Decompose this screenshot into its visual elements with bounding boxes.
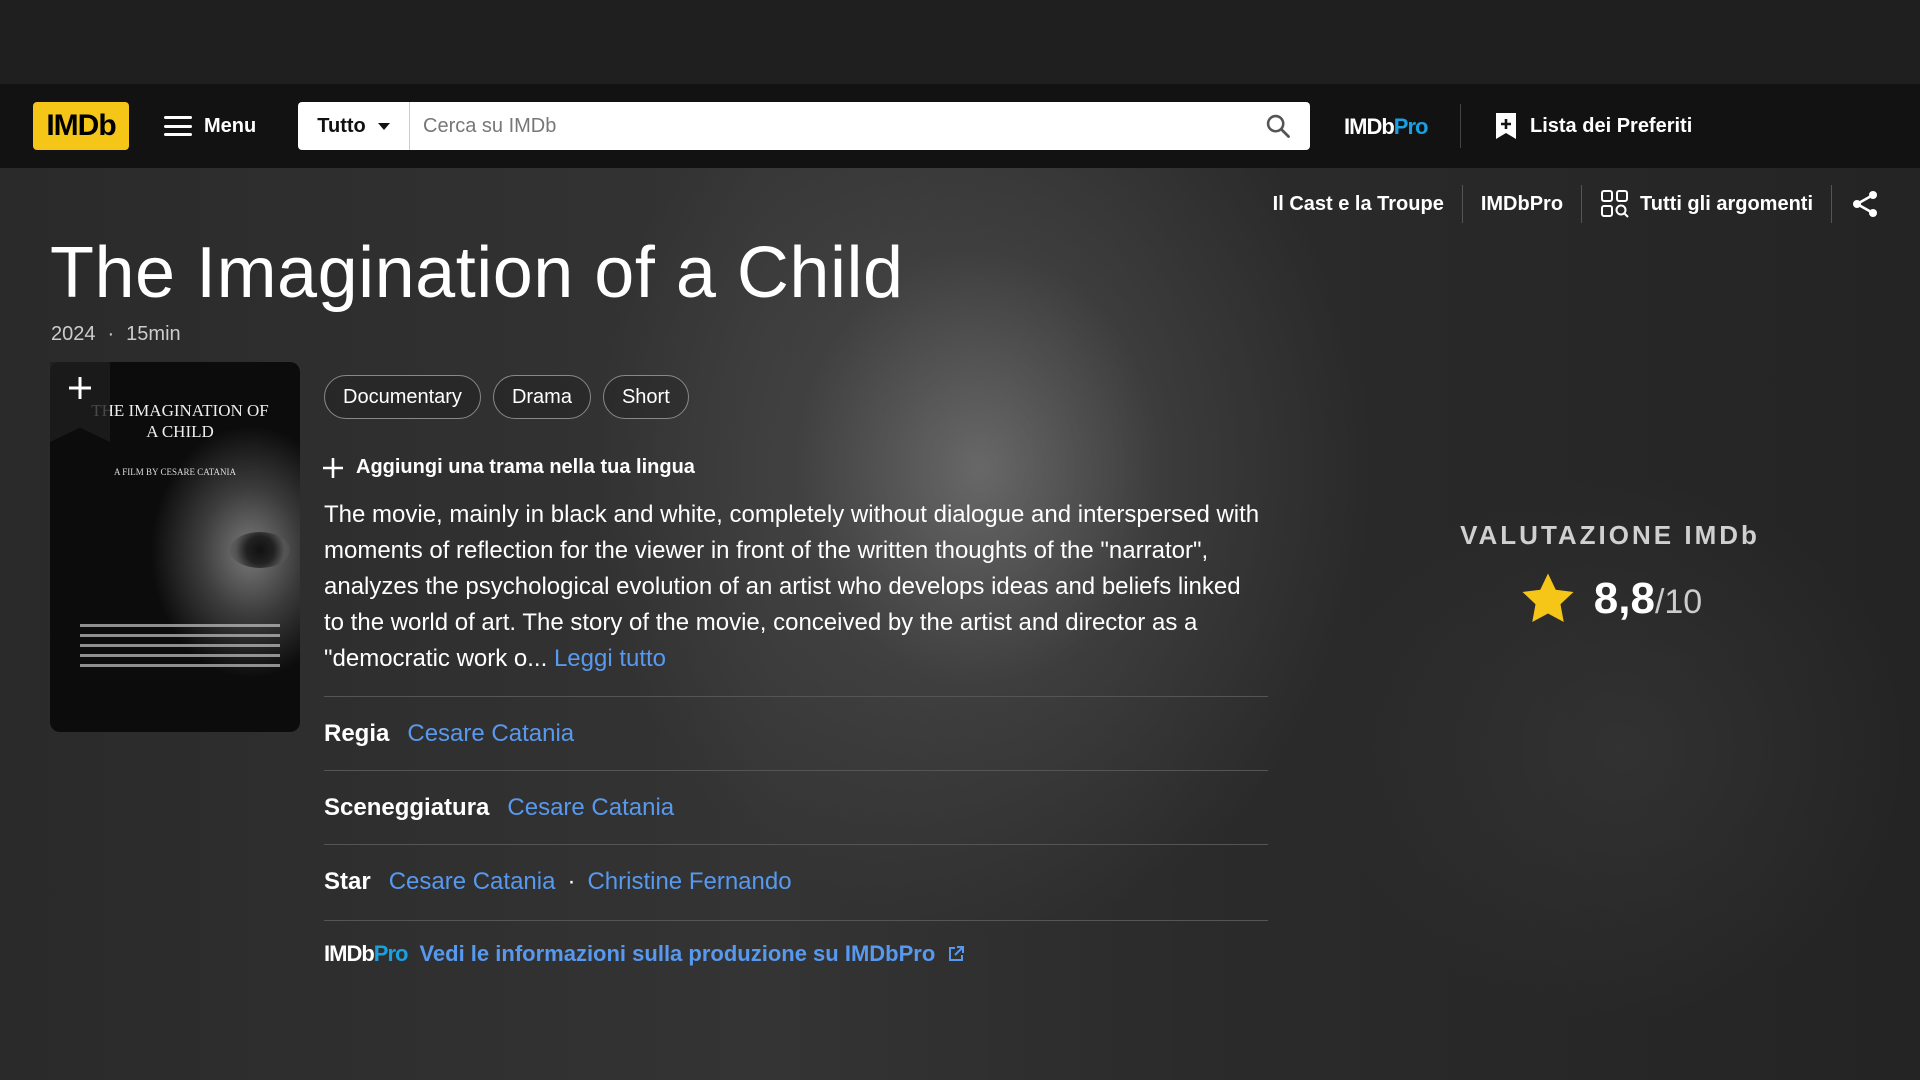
imdbpro-suffix: Pro — [1393, 114, 1429, 139]
menu-label: Menu — [204, 114, 257, 137]
all-topics-label: Tutti gli argomenti — [1640, 192, 1813, 215]
grid-search-icon — [1601, 190, 1629, 218]
credit-row-writer: Sceneggiatura Cesare Catania — [324, 770, 1268, 844]
runtime: 15min — [126, 323, 181, 345]
watchlist-label: Lista dei Preferiti — [1530, 114, 1693, 137]
navbar: IMDb Menu Tutto IMDbPro Lista dei Prefer… — [0, 84, 1920, 168]
poster-film-by: A FILM BY CESARE CATANIA — [114, 467, 236, 477]
imdbpro-logo-suffix: Pro — [373, 941, 409, 966]
hamburger-icon — [164, 116, 192, 136]
title-subnav: Il Cast e la Troupe IMDbPro Tutti gli ar… — [1255, 182, 1898, 226]
add-plot-label: Aggiungi una trama nella tua lingua — [356, 456, 695, 478]
principal-credits: Regia Cesare Catania Sceneggiatura Cesar… — [324, 696, 1268, 918]
search-category-dropdown[interactable]: Tutto — [298, 102, 410, 150]
plus-icon — [69, 377, 91, 399]
search-icon[interactable] — [1246, 102, 1310, 150]
plot-text: The movie, mainly in black and white, co… — [324, 501, 1260, 672]
caret-down-icon — [377, 122, 390, 130]
imdbpro-production-link[interactable]: Vedi le informazioni sulla produzione su… — [419, 941, 935, 967]
director-link[interactable]: Cesare Catania — [407, 720, 574, 748]
read-more-link[interactable]: Leggi tutto — [554, 645, 666, 672]
menu-button[interactable]: Menu — [164, 106, 256, 146]
rating-score: 8,8/10 — [1594, 574, 1702, 624]
subnav-imdbpro-label: IMDbPro — [1480, 192, 1564, 215]
rating-max: /10 — [1654, 583, 1703, 621]
imdbpro-nav-link[interactable]: IMDbPro — [1344, 114, 1429, 140]
star-link[interactable]: Cesare Catania — [389, 868, 556, 896]
star-link[interactable]: Christine Fernando — [587, 868, 791, 896]
top-strip — [0, 0, 1920, 84]
subnav-imdbpro-link[interactable]: IMDbPro — [1463, 193, 1581, 216]
genre-chip[interactable]: Documentary — [324, 375, 481, 419]
poster-eye — [230, 532, 290, 568]
credit-label[interactable]: Star — [324, 868, 371, 896]
watchlist-button[interactable]: Lista dei Preferiti — [1494, 108, 1692, 144]
add-plot-button[interactable]: Aggiungi una trama nella tua lingua — [322, 456, 695, 479]
search-category-label: Tutto — [317, 114, 366, 137]
rating-label: VALUTAZIONE IMDb — [1460, 520, 1760, 550]
all-topics-link[interactable]: Tutti gli argomenti — [1582, 189, 1831, 219]
title-meta: 2024 · 15min — [51, 323, 181, 346]
genre-chips: Documentary Drama Short — [324, 375, 689, 419]
star-icon — [1522, 573, 1574, 622]
rating-row: 8,8/10 — [1440, 569, 1780, 629]
search-bar: Tutto — [298, 102, 1310, 150]
writer-link[interactable]: Cesare Catania — [507, 794, 674, 822]
share-icon — [1853, 191, 1877, 217]
imdbpro-logo-main: IMDb — [324, 941, 375, 966]
poster-title: THE IMAGINATION OF A CHILD — [91, 401, 269, 441]
search-input[interactable] — [410, 102, 1246, 150]
cast-crew-label: Il Cast e la Troupe — [1272, 192, 1444, 215]
share-button[interactable] — [1832, 189, 1898, 219]
genre-chip[interactable]: Drama — [492, 375, 591, 419]
rating-value: 8,8 — [1593, 574, 1655, 623]
external-link-icon — [949, 946, 965, 961]
plot-summary: The movie, mainly in black and white, co… — [324, 497, 1264, 677]
credit-label[interactable]: Sceneggiatura — [324, 794, 489, 822]
plus-icon — [323, 457, 343, 478]
imdbpro-production-row: IMDbPro Vedi le informazioni sulla produ… — [324, 920, 1268, 967]
poster-credits — [80, 624, 280, 674]
imdbpro-main: IMDb — [1344, 114, 1395, 139]
imdb-logo[interactable]: IMDb — [33, 102, 129, 150]
star-separator: · — [567, 867, 576, 895]
credit-row-stars: Star Cesare Catania · Christine Fernando — [324, 844, 1268, 918]
imdb-rating[interactable]: VALUTAZIONE IMDb 8,8/10 — [1440, 520, 1780, 629]
release-year[interactable]: 2024 — [51, 323, 96, 346]
nav-divider — [1460, 104, 1461, 148]
genre-chip[interactable]: Short — [602, 375, 689, 419]
page-title: The Imagination of a Child — [50, 233, 904, 313]
imdbpro-logo: IMDbPro — [324, 941, 409, 967]
meta-separator: · — [107, 323, 115, 345]
cast-crew-link[interactable]: Il Cast e la Troupe — [1255, 193, 1462, 216]
bookmark-plus-icon — [1496, 113, 1516, 139]
credit-row-director: Regia Cesare Catania — [324, 696, 1268, 770]
credit-label[interactable]: Regia — [324, 720, 389, 748]
